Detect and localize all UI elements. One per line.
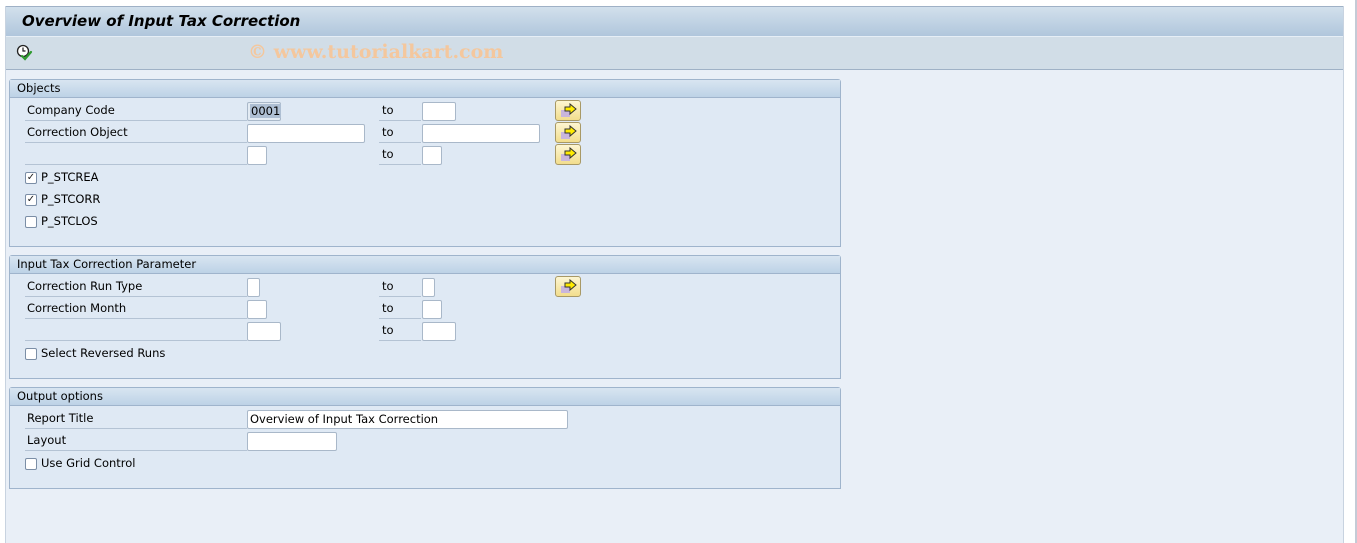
correction-month-to-label: to — [379, 299, 421, 319]
unnamed-param-range-from-input[interactable] — [247, 322, 281, 341]
company-code-multiple-selection-button[interactable] — [555, 100, 581, 121]
checkbox-p-stcrea[interactable]: ✓ P_STCREA — [25, 169, 99, 187]
checkbox-label: P_STCREA — [41, 170, 99, 184]
checkbox-box[interactable]: ✓ — [25, 194, 37, 206]
unnamed-param-range-to-input[interactable] — [422, 322, 456, 341]
group-objects: Objects Company Code 0001 to Correction … — [9, 79, 841, 247]
unnamed-range-label — [25, 145, 247, 165]
correction-month-from-input[interactable] — [247, 300, 267, 319]
multiple-selection-arrow-icon — [561, 103, 577, 117]
checkbox-p-stcorr[interactable]: ✓ P_STCORR — [25, 191, 100, 209]
unnamed-range-to-label: to — [379, 145, 421, 165]
checkbox-box[interactable] — [25, 348, 37, 360]
checkbox-label: P_STCORR — [41, 192, 101, 206]
watermark: © www.tutorialkart.com — [248, 41, 504, 63]
checkbox-label: Select Reversed Runs — [41, 346, 166, 360]
checkbox-use-grid-control[interactable]: Use Grid Control — [25, 455, 136, 473]
correction-object-to-input[interactable] — [422, 124, 540, 143]
checkbox-box[interactable]: ✓ — [25, 172, 37, 184]
correction-object-label: Correction Object — [25, 123, 247, 143]
multiple-selection-arrow-icon — [561, 147, 577, 161]
correction-month-to-input[interactable] — [422, 300, 442, 319]
checkbox-p-stclos[interactable]: P_STCLOS — [25, 213, 98, 231]
checkbox-select-reversed-runs[interactable]: Select Reversed Runs — [25, 345, 165, 363]
correction-run-type-to-label: to — [379, 277, 421, 297]
unnamed-range-to-input[interactable] — [422, 146, 442, 165]
multiple-selection-arrow-icon — [561, 279, 577, 293]
unnamed-range-multiple-selection-button[interactable] — [555, 144, 581, 165]
correction-run-type-from-input[interactable] — [247, 278, 260, 297]
sap-window: Overview of Input Tax Correction © www.t… — [5, 6, 1344, 543]
company-code-label: Company Code — [25, 101, 247, 121]
layout-label: Layout — [25, 431, 247, 451]
correction-object-to-label: to — [379, 123, 421, 143]
title-bar: Overview of Input Tax Correction — [6, 6, 1343, 37]
unnamed-param-range-label — [25, 321, 247, 341]
group-input-tax-correction-parameter: Input Tax Correction Parameter Correctio… — [9, 255, 841, 379]
company-code-from-input[interactable]: 0001 — [247, 102, 282, 121]
correction-run-type-multiple-selection-button[interactable] — [555, 276, 581, 297]
layout-input[interactable] — [247, 432, 337, 451]
group-header-output: Output options — [10, 388, 840, 406]
company-code-to-input[interactable] — [422, 102, 456, 121]
checkbox-box[interactable] — [25, 458, 37, 470]
group-output-options: Output options Report Title Overview of … — [9, 387, 841, 489]
unnamed-range-from-input[interactable] — [247, 146, 267, 165]
group-header-parameter: Input Tax Correction Parameter — [10, 256, 840, 274]
report-title-input[interactable]: Overview of Input Tax Correction — [247, 410, 568, 429]
company-code-to-label: to — [379, 101, 421, 121]
report-title-label: Report Title — [25, 409, 247, 429]
checkbox-box[interactable] — [25, 216, 37, 228]
execute-clock-check-icon — [16, 44, 33, 61]
multiple-selection-arrow-icon — [561, 125, 577, 139]
application-toolbar: © www.tutorialkart.com — [6, 37, 1343, 70]
correction-month-label: Correction Month — [25, 299, 247, 319]
group-header-objects: Objects — [10, 80, 840, 98]
page-title: Overview of Input Tax Correction — [22, 12, 301, 30]
correction-run-type-label: Correction Run Type — [25, 277, 247, 297]
correction-run-type-to-input[interactable] — [422, 278, 435, 297]
checkbox-label: Use Grid Control — [41, 456, 136, 470]
correction-object-multiple-selection-button[interactable] — [555, 122, 581, 143]
checkbox-label: P_STCLOS — [41, 214, 98, 228]
unnamed-param-range-to-label: to — [379, 321, 421, 341]
execute-button[interactable] — [16, 44, 34, 62]
correction-object-from-input[interactable] — [247, 124, 365, 143]
